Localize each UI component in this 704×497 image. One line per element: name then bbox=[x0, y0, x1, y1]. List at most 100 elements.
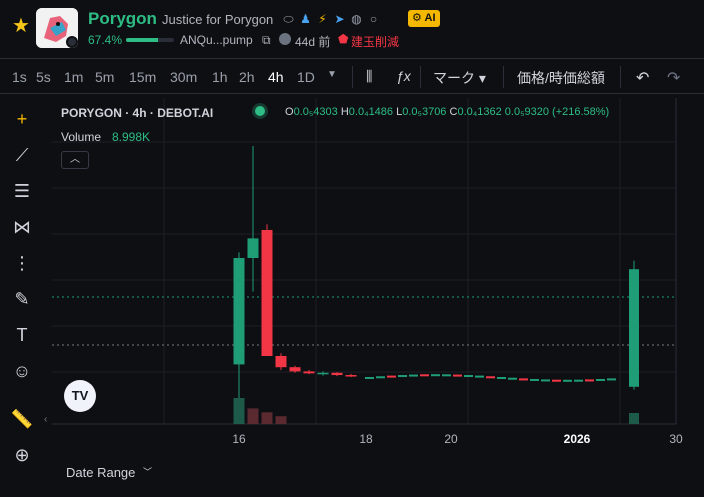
zoom-in-icon[interactable]: ⊕ bbox=[9, 442, 35, 468]
volume-label: Volume bbox=[61, 130, 102, 144]
clock-icon bbox=[279, 33, 291, 45]
candle-body bbox=[530, 378, 539, 381]
marks-dropdown[interactable]: マーク ▾ bbox=[433, 68, 486, 88]
telegram-icon[interactable]: ➤ bbox=[333, 12, 346, 26]
candle-body bbox=[519, 378, 528, 381]
candle-body bbox=[486, 376, 495, 379]
x-tick-30: 30 bbox=[669, 432, 683, 446]
tf-5s[interactable]: 5s bbox=[36, 69, 51, 85]
ohlc-h-label: H bbox=[340, 106, 349, 118]
candle-body bbox=[574, 379, 583, 382]
candle-body bbox=[289, 367, 301, 372]
tf-2h[interactable]: 2h bbox=[239, 69, 255, 85]
trendline-icon[interactable]: ⟋ bbox=[9, 142, 35, 168]
bonding-progress-fill bbox=[126, 38, 159, 42]
token-age: 44d 前 bbox=[295, 35, 331, 49]
pattern-icon[interactable]: ⋈ bbox=[9, 214, 35, 240]
chevron-down-icon[interactable]: ▼ bbox=[327, 69, 337, 80]
ruler-icon[interactable]: 📏 bbox=[9, 406, 35, 432]
fib-lines-icon[interactable]: ☰ bbox=[9, 178, 35, 204]
warning-icon: ⬟ bbox=[338, 32, 349, 46]
undo-icon[interactable]: ↶ bbox=[636, 68, 649, 88]
date-range-button[interactable]: Date Range bbox=[66, 465, 135, 480]
search-icon[interactable]: ○ bbox=[367, 12, 380, 26]
ohlc-h-value: 0.0₄1486 bbox=[348, 106, 394, 118]
crosshair-icon[interactable]: + bbox=[9, 106, 35, 132]
tf-1s[interactable]: 1s bbox=[12, 69, 27, 85]
collapse-toolbar-icon[interactable]: ‹ bbox=[44, 414, 47, 425]
volume-bar bbox=[261, 412, 273, 424]
chevron-down-icon[interactable]: ﹀ bbox=[143, 465, 152, 478]
candle-body bbox=[365, 377, 374, 379]
candle-body bbox=[409, 374, 418, 377]
ai-badge[interactable]: ⚙ AI bbox=[408, 10, 440, 27]
chain-badge-icon bbox=[66, 36, 78, 48]
redo-icon[interactable]: ↷ bbox=[667, 68, 680, 88]
tf-4h[interactable]: 4h bbox=[268, 69, 284, 85]
candle-type-icon[interactable]: ⫼ bbox=[366, 68, 372, 85]
token-address[interactable]: ANQu...pump bbox=[180, 33, 253, 47]
candle-body bbox=[376, 376, 385, 379]
pill-icon[interactable]: ⬭ bbox=[282, 12, 295, 26]
chart-grid bbox=[52, 98, 676, 424]
candle-body bbox=[420, 374, 429, 377]
live-dot-icon bbox=[255, 106, 265, 116]
drawing-tools: + ⟋ ☰ ⋈ ⋮ ✎ T ☺ 📏 ⊕ bbox=[0, 94, 44, 465]
x-tick-18: 18 bbox=[359, 432, 373, 446]
tf-5m[interactable]: 5m bbox=[95, 69, 114, 85]
candle-body bbox=[475, 375, 484, 378]
candle-body bbox=[607, 378, 616, 381]
bolt-icon[interactable]: ⚡ bbox=[316, 12, 329, 26]
price-mcap-toggle[interactable]: 価格/時価総額 bbox=[517, 68, 605, 88]
token-name: Porygon bbox=[88, 9, 157, 28]
brush-icon[interactable]: ✎ bbox=[9, 286, 35, 312]
chart-toolbar: 1s 5s 1m 5m 15m 30m 1h 2h 4h 1D ▼ ⫼ ƒx マ… bbox=[0, 58, 704, 94]
ohlc-c-value: 0.0₄1362 bbox=[457, 106, 502, 118]
toolbar-divider bbox=[420, 66, 421, 88]
token-subtitle: Justice for Porygon bbox=[162, 12, 274, 27]
tf-1h[interactable]: 1h bbox=[212, 69, 228, 85]
candle-body bbox=[303, 371, 315, 374]
ohlc-o-value: 0.0₅4303 bbox=[293, 106, 338, 118]
candle-body bbox=[261, 230, 273, 356]
bonding-percent: 67.4% bbox=[88, 33, 123, 47]
tf-1m[interactable]: 1m bbox=[64, 69, 83, 85]
people-icon[interactable]: ♟ bbox=[299, 12, 312, 26]
tf-15m[interactable]: 15m bbox=[129, 69, 156, 85]
tf-30m[interactable]: 30m bbox=[170, 69, 197, 85]
bonding-progress-bar bbox=[126, 38, 174, 42]
star-icon[interactable]: ★ bbox=[12, 16, 30, 36]
candle-body bbox=[585, 379, 594, 382]
candle-body bbox=[317, 372, 329, 375]
marks-label: マーク bbox=[433, 70, 475, 86]
x-tick-2026: 2026 bbox=[563, 432, 591, 446]
text-tool-icon[interactable]: T bbox=[9, 322, 35, 348]
candle-body bbox=[552, 379, 561, 382]
token-header: ★ Porygon Justice for Porygon ⬭ ♟ ⚡ ➤ ◍ … bbox=[0, 0, 704, 58]
volume-bar bbox=[247, 408, 259, 424]
copy-icon[interactable]: ⧉ bbox=[262, 33, 271, 48]
header-icon-row: ⬭ ♟ ⚡ ➤ ◍ ○ bbox=[282, 11, 380, 27]
candle-body bbox=[275, 356, 287, 368]
candle-body bbox=[596, 378, 605, 381]
candle-body bbox=[345, 375, 357, 377]
emoji-icon[interactable]: ☺ bbox=[9, 358, 35, 384]
globe-icon[interactable]: ◍ bbox=[350, 12, 363, 26]
projection-icon[interactable]: ⋮ bbox=[9, 250, 35, 276]
indicators-icon[interactable]: ƒx bbox=[396, 68, 411, 84]
candle-body bbox=[247, 238, 259, 258]
tradingview-logo[interactable]: TV bbox=[64, 380, 96, 412]
candle-body bbox=[442, 374, 451, 377]
warning-text: 建玉削減 bbox=[351, 35, 400, 49]
volume-value: 8.998K bbox=[112, 130, 151, 144]
volume-bar bbox=[629, 413, 639, 424]
price-chart[interactable] bbox=[52, 98, 696, 434]
candle-body bbox=[563, 379, 572, 382]
candle-body bbox=[629, 269, 639, 387]
collapse-legend-button[interactable]: ︿ bbox=[61, 151, 89, 169]
tf-1D[interactable]: 1D bbox=[297, 69, 315, 85]
candle-body bbox=[398, 375, 407, 378]
toolbar-divider bbox=[503, 66, 504, 88]
candle-body bbox=[497, 377, 506, 380]
candle-body bbox=[431, 374, 440, 377]
